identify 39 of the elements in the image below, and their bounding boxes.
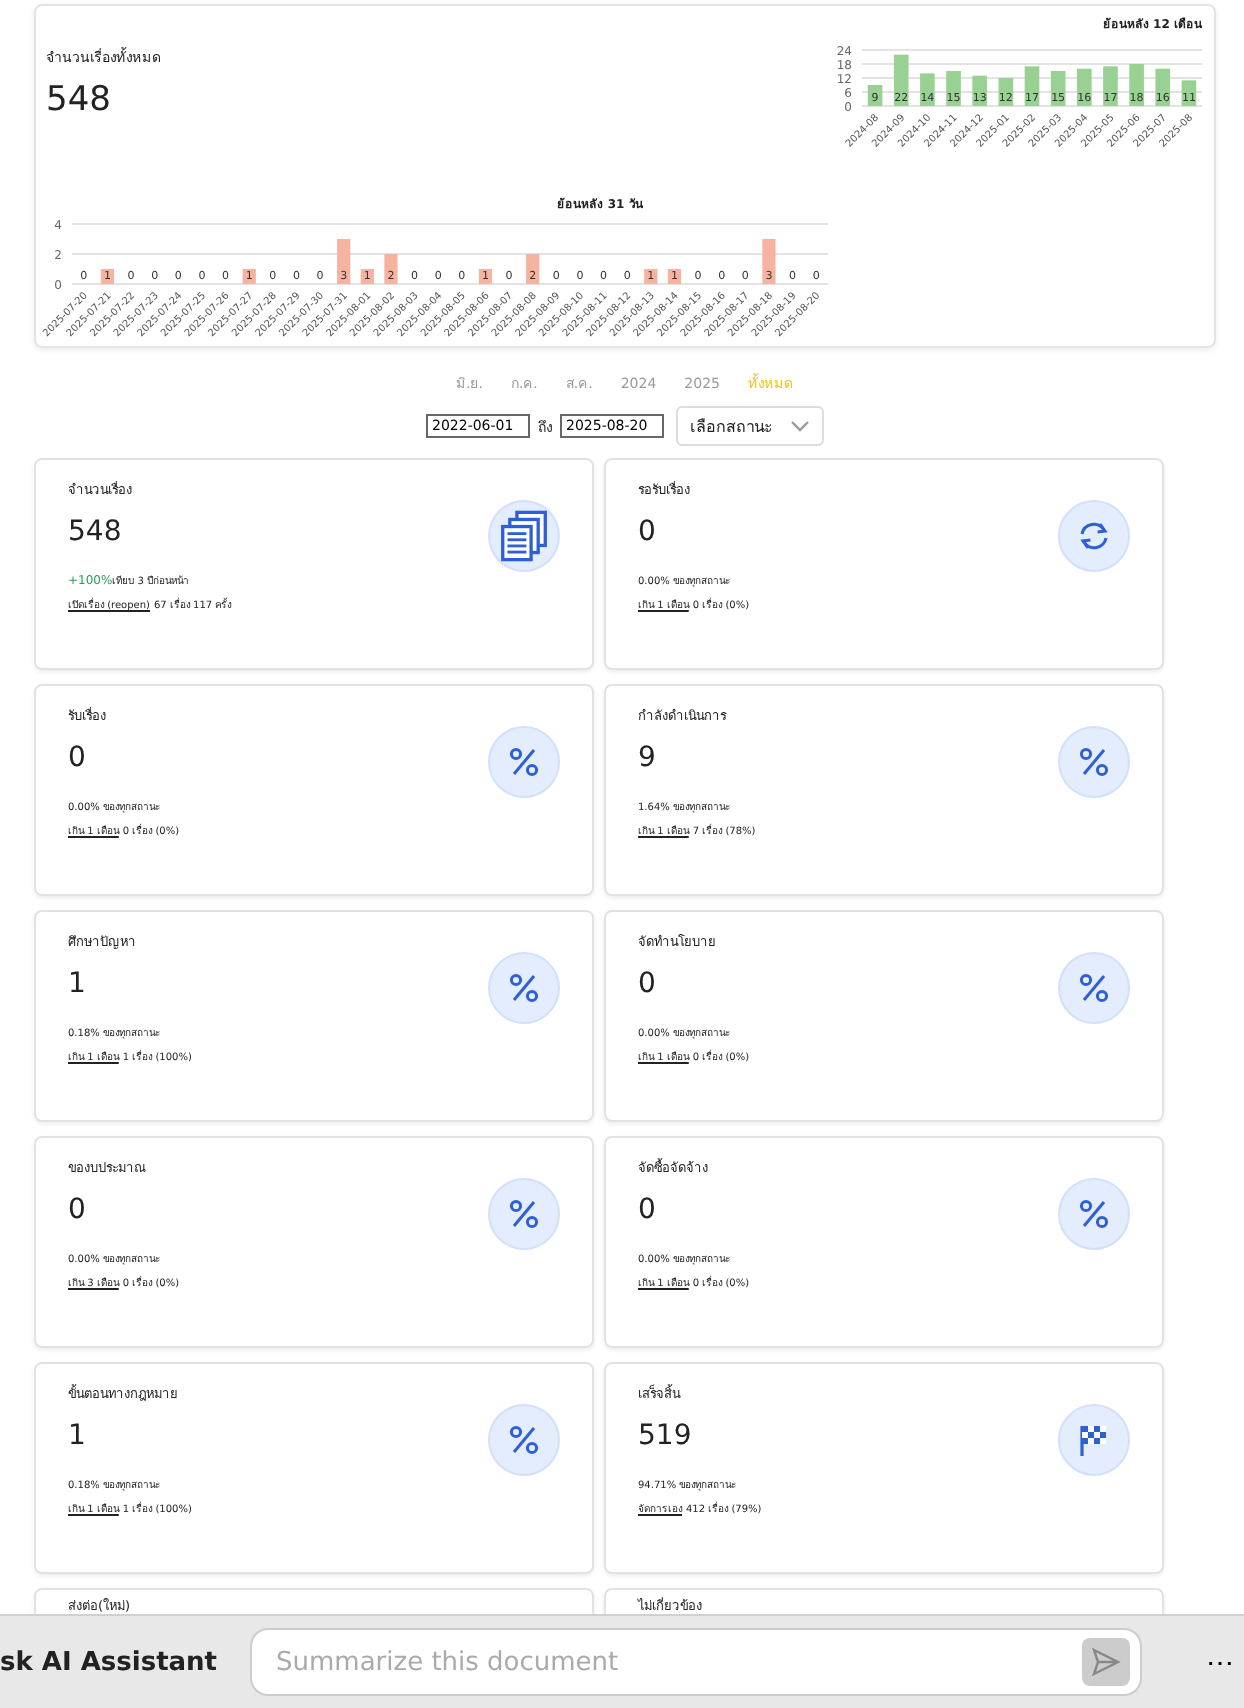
send-icon bbox=[1090, 1646, 1122, 1678]
card-value: 1 bbox=[68, 968, 88, 1000]
card-value: 1 bbox=[68, 1420, 88, 1452]
bar bbox=[337, 239, 351, 284]
card-value: 0 bbox=[68, 1194, 88, 1226]
card-value: 519 bbox=[638, 1420, 694, 1452]
bar bbox=[1155, 68, 1171, 106]
summary-value: 548 bbox=[46, 80, 113, 120]
prompt-field[interactable]: Summarize this document bbox=[250, 1628, 1142, 1696]
documents-icon bbox=[498, 510, 550, 562]
assistant-label: sk AI Assistant bbox=[0, 1647, 220, 1677]
send-button[interactable] bbox=[1082, 1638, 1130, 1686]
bar bbox=[1103, 66, 1118, 106]
bar bbox=[893, 54, 909, 106]
chevron-down-icon bbox=[790, 420, 810, 432]
bar bbox=[384, 254, 398, 284]
card-value: 9 bbox=[638, 742, 658, 774]
bar bbox=[478, 269, 493, 284]
bar bbox=[1024, 66, 1040, 106]
status-dropdown[interactable]: เลือกสถานะ bbox=[676, 406, 824, 446]
bar bbox=[100, 269, 115, 284]
bar bbox=[1181, 80, 1197, 106]
bar bbox=[526, 254, 540, 284]
bar bbox=[972, 75, 987, 106]
bar bbox=[867, 85, 883, 106]
card-value: 0 bbox=[638, 968, 658, 1000]
card-value: 0 bbox=[68, 742, 88, 774]
bar bbox=[1129, 64, 1144, 106]
bar bbox=[1050, 71, 1066, 106]
bar bbox=[920, 73, 935, 106]
card-value: 0 bbox=[638, 1194, 658, 1226]
card-value: 548 bbox=[68, 516, 124, 548]
card-value: 0 bbox=[638, 516, 658, 548]
bar bbox=[1077, 68, 1092, 106]
bar bbox=[762, 239, 776, 284]
bar bbox=[946, 71, 961, 106]
more-button[interactable]: ⋯ bbox=[1206, 1646, 1234, 1678]
bar bbox=[667, 269, 682, 284]
bar bbox=[998, 78, 1014, 106]
